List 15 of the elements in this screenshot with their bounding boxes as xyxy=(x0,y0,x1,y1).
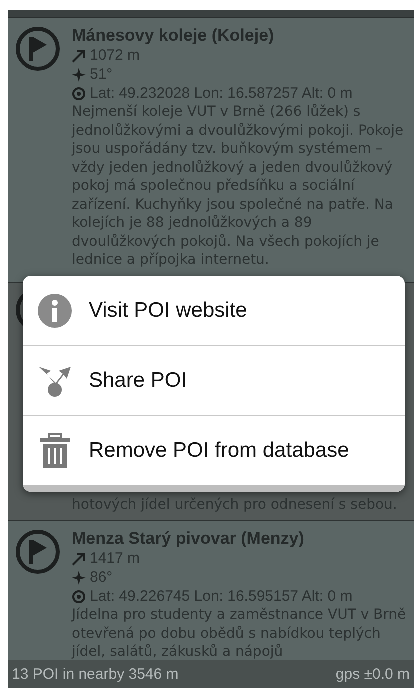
target-icon xyxy=(72,86,86,100)
gps-accuracy-text: gps ±0.0 m xyxy=(336,666,410,682)
arrow-icon xyxy=(72,552,86,566)
star-icon xyxy=(72,68,86,82)
poi-title: Menza Starý pivovar (Menzy) xyxy=(72,529,306,549)
info-icon xyxy=(37,292,73,328)
poi-count-text: 13 POI in nearby 3546 m xyxy=(12,666,179,682)
menu-item[interactable]: Remove POI from database xyxy=(23,416,405,485)
arrow-icon xyxy=(72,48,86,62)
menu-item[interactable]: Share POI xyxy=(23,346,405,416)
star-icon xyxy=(72,570,86,584)
target-icon xyxy=(72,590,86,604)
trash-icon xyxy=(37,432,73,468)
menu-item[interactable]: Visit POI website xyxy=(23,276,405,346)
poi-title: Mánesovy koleje (Koleje) xyxy=(72,26,276,46)
